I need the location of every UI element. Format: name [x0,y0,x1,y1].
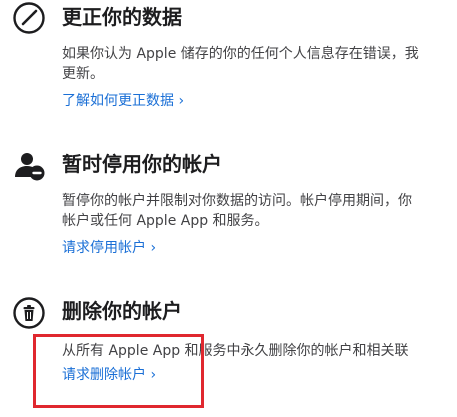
section-title: 更正你的数据 [62,5,182,29]
section-correct-data: 更正你的数据 如果你认为 Apple 储存的你的任何个人信息存在错误，我 更新。… [0,0,457,130]
person-badge-icon [12,149,46,183]
section-title: 暂时停用你的帐户 [62,152,222,176]
section-description: 如果你认为 Apple 储存的你的任何个人信息存在错误，我 更新。 [62,44,457,84]
section-description: 从所有 Apple App 和服务中永久删除你的帐户和相关联 [62,341,457,361]
request-deactivate-link[interactable]: 请求停用帐户 › [62,238,156,258]
description-line: 暂停你的帐户并限制对你数据的访问。帐户停用期间，你 [62,193,412,209]
section-title: 删除你的帐户 [62,299,182,323]
request-delete-link[interactable]: 请求删除帐户 › [62,365,156,385]
learn-correct-data-link[interactable]: 了解如何更正数据 › [62,91,184,111]
section-description: 暂停你的帐户并限制对你数据的访问。帐户停用期间，你 帐户或任何 Apple Ap… [62,191,457,231]
trash-circle-icon [12,296,46,330]
description-line: 帐户或任何 Apple App 和服务。 [62,213,269,229]
description-line: 从所有 Apple App 和服务中永久删除你的帐户和相关联 [62,343,409,359]
section-delete-account: 删除你的帐户 从所有 Apple App 和服务中永久删除你的帐户和相关联 请求… [0,293,457,417]
description-line: 更新。 [62,66,104,82]
section-deactivate-account: 暂时停用你的帐户 暂停你的帐户并限制对你数据的访问。帐户停用期间，你 帐户或任何… [0,145,457,275]
description-line: 如果你认为 Apple 储存的你的任何个人信息存在错误，我 [62,46,419,62]
pencil-circle-icon [12,1,46,35]
